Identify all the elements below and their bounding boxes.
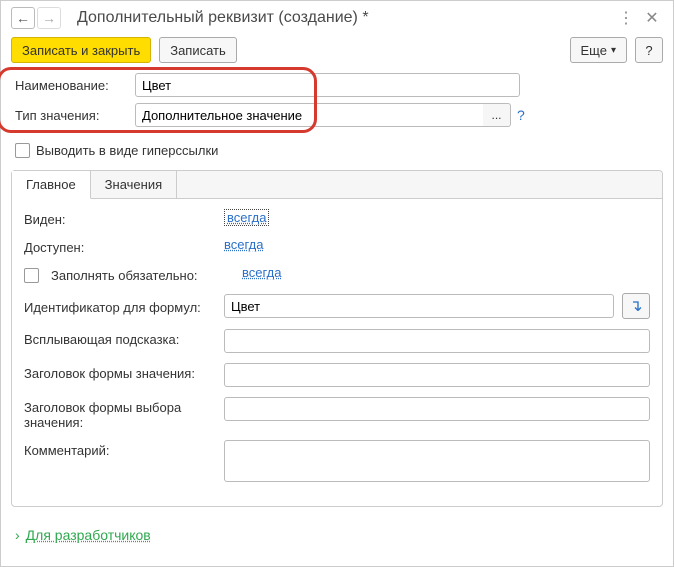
tab-values[interactable]: Значения xyxy=(91,171,177,198)
tab-main[interactable]: Главное xyxy=(12,171,91,199)
required-label: Заполнять обязательно: xyxy=(51,268,198,283)
formula-id-input[interactable] xyxy=(224,294,614,318)
comment-input[interactable] xyxy=(224,440,650,482)
help-button[interactable]: ? xyxy=(635,37,663,63)
kebab-menu-icon[interactable]: ⋮ xyxy=(615,7,637,29)
required-checkbox[interactable] xyxy=(24,268,39,283)
window-title: Дополнительный реквизит (создание) * xyxy=(77,9,611,27)
type-input[interactable] xyxy=(135,103,483,127)
visible-value-link[interactable]: всегда xyxy=(224,209,269,226)
caret-down-icon: ▾ xyxy=(611,45,616,56)
close-icon[interactable]: ✕ xyxy=(641,7,663,29)
formula-id-label: Идентификатор для формул: xyxy=(24,297,224,315)
type-select-button[interactable]: ... xyxy=(483,103,511,127)
refresh-formula-id-button[interactable]: ↴ xyxy=(622,293,650,319)
arrow-right-icon: → xyxy=(42,10,56,26)
developers-link[interactable]: Для разработчиков xyxy=(26,527,151,543)
save-button[interactable]: Записать xyxy=(159,37,237,63)
nav-forward-button[interactable]: → xyxy=(37,7,61,29)
save-and-close-button[interactable]: Записать и закрыть xyxy=(11,37,151,63)
chevron-right-icon: › xyxy=(15,527,20,543)
arrow-left-icon: ← xyxy=(16,10,30,26)
hyperlink-checkbox-label: Выводить в виде гиперссылки xyxy=(36,143,218,158)
name-input[interactable] xyxy=(135,73,520,97)
refresh-icon: ↴ xyxy=(629,296,642,316)
type-label: Тип значения: xyxy=(15,108,135,123)
available-value-link[interactable]: всегда xyxy=(224,237,263,252)
hyperlink-checkbox[interactable] xyxy=(15,143,30,158)
required-value-link[interactable]: всегда xyxy=(242,265,281,280)
visible-label: Виден: xyxy=(24,209,224,227)
type-help-icon[interactable]: ? xyxy=(517,107,525,123)
more-label: Еще xyxy=(581,43,607,58)
tooltip-input[interactable] xyxy=(224,329,650,353)
more-button[interactable]: Еще ▾ xyxy=(570,37,627,63)
value-form-title-input[interactable] xyxy=(224,363,650,387)
value-form-title-label: Заголовок формы значения: xyxy=(24,363,224,381)
value-select-form-title-label: Заголовок формы выбора значения: xyxy=(24,397,224,430)
nav-back-button[interactable]: ← xyxy=(11,7,35,29)
comment-label: Комментарий: xyxy=(24,440,224,458)
available-label: Доступен: xyxy=(24,237,224,255)
value-select-form-title-input[interactable] xyxy=(224,397,650,421)
name-label: Наименование: xyxy=(15,78,135,93)
tooltip-label: Всплывающая подсказка: xyxy=(24,329,224,347)
